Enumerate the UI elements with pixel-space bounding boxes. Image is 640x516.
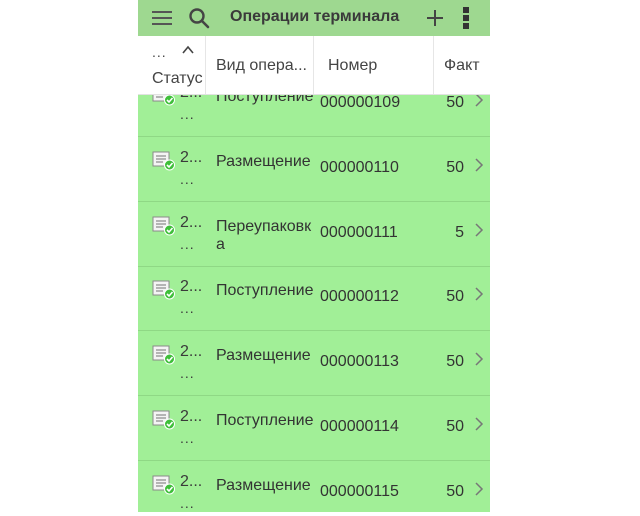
column-status-label: Статус — [152, 70, 203, 87]
row-number: 000000109 — [320, 94, 401, 111]
column-status[interactable]: ... Статус — [138, 36, 206, 94]
table-row[interactable]: 2...... Размещение 000000113 50 — [138, 331, 490, 397]
row-ellipsis: ... — [180, 494, 195, 511]
chevron-up-icon — [182, 42, 194, 60]
chevron-right-icon — [474, 416, 484, 432]
row-fact: 5 — [455, 223, 464, 241]
table-row[interactable]: 2...... Поступление 000000112 50 — [138, 266, 490, 332]
table-row[interactable]: 2...... Размещение 000000110 50 — [138, 137, 490, 202]
row-operation-type: Размещение — [216, 152, 311, 170]
row-date: 2... — [180, 343, 203, 361]
row-ellipsis: ... — [180, 235, 195, 252]
row-fact: 50 — [446, 353, 464, 371]
plus-icon[interactable] — [422, 0, 448, 36]
row-date: 2... — [180, 148, 203, 166]
document-check-icon — [152, 475, 176, 495]
table-row[interactable]: 2...... Размещение 000000115 50 — [138, 461, 490, 512]
table-row[interactable]: 2...... Переупаковка 000000111 5 — [138, 202, 490, 267]
document-check-icon — [152, 345, 176, 365]
row-operation-type: Размещение — [216, 476, 311, 494]
chevron-right-icon — [474, 157, 484, 173]
row-number: 000000111 — [320, 223, 398, 241]
phone-screen: 2...... Поступление 000000109 50 2...... Разм… — [138, 0, 490, 512]
row-number: 000000112 — [320, 288, 399, 306]
row-fact: 50 — [446, 418, 464, 435]
row-number: 000000110 — [320, 158, 399, 176]
chevron-right-icon — [474, 351, 484, 367]
row-fact: 50 — [446, 482, 464, 500]
search-icon[interactable] — [186, 0, 212, 36]
column-fact-label: Факт — [444, 57, 480, 74]
menu-icon[interactable] — [150, 0, 174, 36]
page-title: Операции терминала — [230, 8, 400, 25]
row-date: 2... — [180, 408, 203, 425]
row-fact: 50 — [446, 158, 464, 176]
row-date: 2... — [180, 278, 203, 296]
chevron-right-icon — [474, 222, 484, 238]
row-date: 2... — [180, 472, 203, 490]
column-number[interactable]: Номер — [314, 36, 434, 94]
row-operation-type: Переупаковка — [216, 217, 312, 253]
document-check-icon — [152, 280, 176, 300]
row-date: 2... — [180, 213, 203, 231]
row-operation-type: Размещение — [216, 347, 311, 365]
row-ellipsis: ... — [180, 106, 195, 122]
document-check-icon — [152, 410, 176, 430]
row-ellipsis: ... — [180, 430, 195, 446]
row-operation-type: Поступление — [216, 282, 314, 300]
table-header: ... Статус Вид опера... Номер Факт — [138, 36, 490, 95]
row-operation-type: Поступление — [216, 412, 314, 429]
row-ellipsis: ... — [180, 365, 195, 382]
top-app-bar: Операции терминала — [138, 0, 490, 36]
document-check-icon — [152, 216, 176, 236]
row-ellipsis: ... — [180, 170, 195, 187]
column-type-label: Вид опера... — [216, 57, 307, 74]
document-check-icon — [152, 151, 176, 171]
row-fact: 50 — [446, 94, 464, 111]
column-number-label: Номер — [328, 57, 378, 74]
table-row[interactable]: 2...... Поступление 000000114 50 — [138, 396, 490, 461]
column-fact[interactable]: Факт — [434, 36, 490, 94]
row-fact: 50 — [446, 288, 464, 306]
column-type[interactable]: Вид опера... — [206, 36, 314, 94]
row-ellipsis: ... — [180, 300, 195, 317]
row-number: 000000115 — [320, 482, 399, 500]
chevron-right-icon — [474, 481, 484, 497]
row-number: 000000113 — [320, 353, 399, 371]
row-number: 000000114 — [320, 418, 399, 435]
sort-indicator: ... — [152, 44, 167, 60]
more-icon[interactable] — [456, 0, 476, 36]
chevron-right-icon — [474, 286, 484, 302]
